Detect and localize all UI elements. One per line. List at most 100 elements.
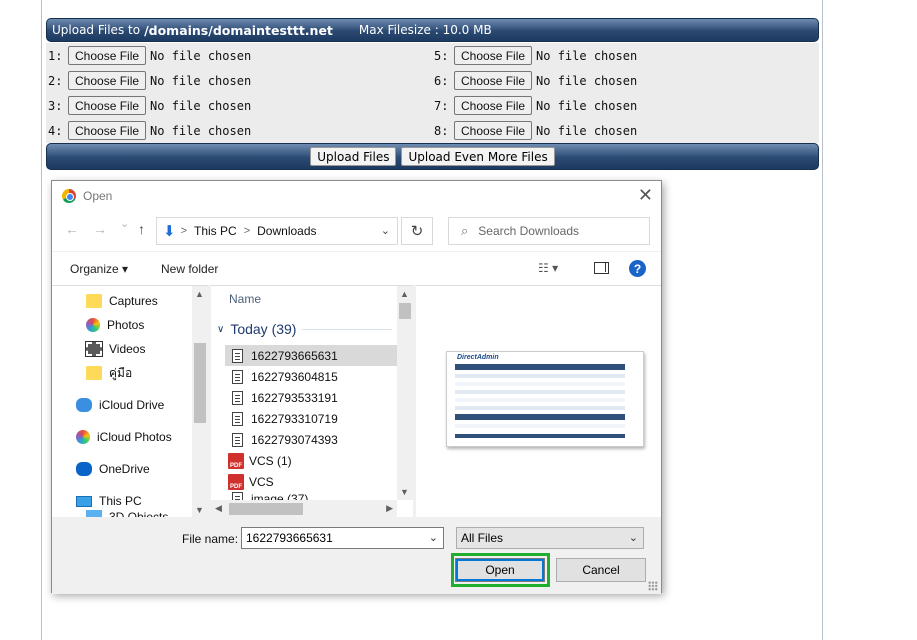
file-list-pane: Name ∨ Today (39) 1622793665631 16227936…	[211, 285, 413, 518]
choose-file-button[interactable]: Choose File	[68, 71, 147, 90]
upload-path: /domains/domaintesttt.net	[144, 22, 333, 38]
pdf-icon: PDF	[228, 473, 244, 490]
file-status: No file chosen	[536, 98, 638, 113]
file-row[interactable]: PDF VCS	[225, 471, 397, 492]
upload-files-button[interactable]: Upload Files	[310, 147, 397, 166]
file-slot-8: 8: Choose File No file chosen	[434, 119, 637, 142]
scroll-down-icon[interactable]: ▼	[195, 505, 204, 515]
chevron-down-icon[interactable]: ⌄	[429, 531, 438, 544]
scroll-right-icon[interactable]: ▶	[386, 503, 393, 514]
preview-pane: DirectAdmin	[416, 285, 661, 517]
organize-menu[interactable]: Organize ▾	[70, 262, 128, 276]
icloud-photos-icon	[76, 430, 90, 444]
nav-item-onedrive[interactable]: OneDrive	[76, 458, 150, 480]
nav-item-videos[interactable]: Videos	[85, 338, 145, 360]
choose-file-button[interactable]: Choose File	[454, 121, 533, 140]
group-header[interactable]: ∨ Today (39)	[217, 321, 392, 337]
file-slot-6: 6: Choose File No file chosen	[434, 69, 637, 92]
nav-item-captures[interactable]: Captures	[86, 290, 158, 312]
choose-file-button[interactable]: Choose File	[454, 96, 533, 115]
scroll-left-icon[interactable]: ◀	[215, 503, 222, 514]
choose-file-button[interactable]: Choose File	[68, 121, 147, 140]
chevron-down-icon: ∨	[217, 323, 225, 335]
open-file-dialog: Open ✕ ← → ⌄ ↑ ⬇ > This PC > Downloads ⌄…	[51, 180, 662, 594]
file-slot-7: 7: Choose File No file chosen	[434, 94, 637, 117]
chevron-down-icon[interactable]: ⌄	[381, 224, 390, 237]
file-name-input[interactable]: 1622793665631 ⌄	[241, 527, 444, 549]
help-icon[interactable]: ?	[629, 260, 646, 277]
choose-file-button[interactable]: Choose File	[454, 71, 533, 90]
navigation-row: ← → ⌄ ↑ ⬇ > This PC > Downloads ⌄ ↻ ⌕ Se…	[52, 211, 661, 251]
breadcrumb-this-pc[interactable]: This PC	[194, 224, 237, 238]
choose-file-button[interactable]: Choose File	[454, 46, 533, 65]
file-list-vscrollbar[interactable]: ▲ ▼	[397, 286, 413, 500]
search-input[interactable]: ⌕ Search Downloads	[448, 217, 650, 245]
column-header-name[interactable]: Name	[229, 292, 261, 306]
this-pc-icon	[76, 495, 92, 507]
resize-grip-icon[interactable]	[648, 581, 658, 591]
preview-logo: DirectAdmin	[457, 354, 499, 361]
nav-item-icloud-photos[interactable]: iCloud Photos	[76, 426, 172, 448]
preview-pane-icon[interactable]	[594, 262, 609, 274]
back-arrow-icon[interactable]: ←	[65, 221, 79, 237]
download-arrow-icon: ⬇	[163, 223, 176, 240]
file-row[interactable]: 1622793533191	[225, 387, 397, 408]
upload-more-button[interactable]: Upload Even More Files	[401, 147, 555, 166]
file-row[interactable]: image (37)	[225, 492, 397, 500]
close-icon[interactable]: ✕	[638, 185, 653, 206]
file-name-label: File name:	[182, 532, 239, 546]
file-list-hscrollbar[interactable]: ◀ ▶	[211, 500, 397, 518]
file-row[interactable]: 1622793604815	[225, 366, 397, 387]
icloud-drive-icon	[76, 398, 92, 412]
file-icon	[232, 369, 243, 384]
new-folder-button[interactable]: New folder	[161, 262, 218, 276]
file-row[interactable]: 1622793310719	[225, 408, 397, 429]
file-icon	[232, 411, 243, 426]
upload-header: Upload Files to /domains/domaintesttt.ne…	[46, 18, 819, 42]
file-status: No file chosen	[150, 123, 252, 138]
dialog-bottom: File name: 1622793665631 ⌄ All Files ⌄ O…	[52, 517, 661, 594]
photos-icon	[86, 318, 100, 332]
navigation-pane: Captures Photos Videos คู่มือ iCloud Dri…	[52, 285, 208, 518]
dialog-title: Open	[83, 189, 113, 203]
file-type-select[interactable]: All Files ⌄	[456, 527, 644, 549]
view-options-icon[interactable]: ☷ ▾	[538, 261, 558, 275]
file-row[interactable]: 1622793074393	[225, 429, 397, 450]
file-row[interactable]: PDF VCS (1)	[225, 450, 397, 471]
choose-file-button[interactable]: Choose File	[68, 96, 147, 115]
scroll-thumb[interactable]	[229, 503, 303, 515]
file-row[interactable]: 1622793665631	[225, 345, 397, 366]
file-status: No file chosen	[150, 98, 252, 113]
onedrive-icon	[76, 462, 92, 476]
nav-item-this-pc[interactable]: This PC	[76, 490, 142, 512]
scroll-thumb[interactable]	[194, 343, 206, 423]
scroll-down-icon[interactable]: ▼	[400, 487, 409, 497]
nav-item-icloud-drive[interactable]: iCloud Drive	[76, 394, 164, 416]
chrome-icon	[62, 189, 76, 203]
file-status: No file chosen	[536, 73, 638, 88]
breadcrumb-downloads[interactable]: Downloads	[257, 224, 316, 238]
nav-item-photos[interactable]: Photos	[86, 314, 144, 336]
file-icon	[232, 432, 243, 447]
cancel-button[interactable]: Cancel	[556, 558, 646, 582]
open-button[interactable]: Open	[455, 558, 545, 582]
scroll-thumb[interactable]	[399, 303, 411, 319]
nav-scrollbar[interactable]: ▲ ▼	[192, 286, 208, 518]
upload-footer: Upload Files Upload Even More Files	[46, 143, 819, 170]
file-input-grid: 1: Choose File No file chosen 2: Choose …	[46, 43, 819, 143]
scroll-up-icon[interactable]: ▲	[195, 289, 204, 299]
preview-thumbnail: DirectAdmin	[446, 351, 644, 447]
recent-locations-icon[interactable]: ⌄	[120, 217, 129, 230]
search-placeholder: Search Downloads	[478, 224, 580, 238]
up-arrow-icon[interactable]: ↑	[138, 221, 145, 237]
folder-icon	[86, 366, 102, 380]
address-bar[interactable]: ⬇ > This PC > Downloads ⌄	[156, 217, 398, 245]
file-status: No file chosen	[536, 123, 638, 138]
refresh-icon[interactable]: ↻	[401, 217, 433, 245]
dialog-titlebar: Open ✕	[52, 181, 661, 211]
file-slot-3: 3: Choose File No file chosen	[48, 94, 251, 117]
choose-file-button[interactable]: Choose File	[68, 46, 147, 65]
scroll-up-icon[interactable]: ▲	[400, 289, 409, 299]
forward-arrow-icon[interactable]: →	[93, 221, 107, 237]
nav-item-manual[interactable]: คู่มือ	[86, 362, 132, 384]
